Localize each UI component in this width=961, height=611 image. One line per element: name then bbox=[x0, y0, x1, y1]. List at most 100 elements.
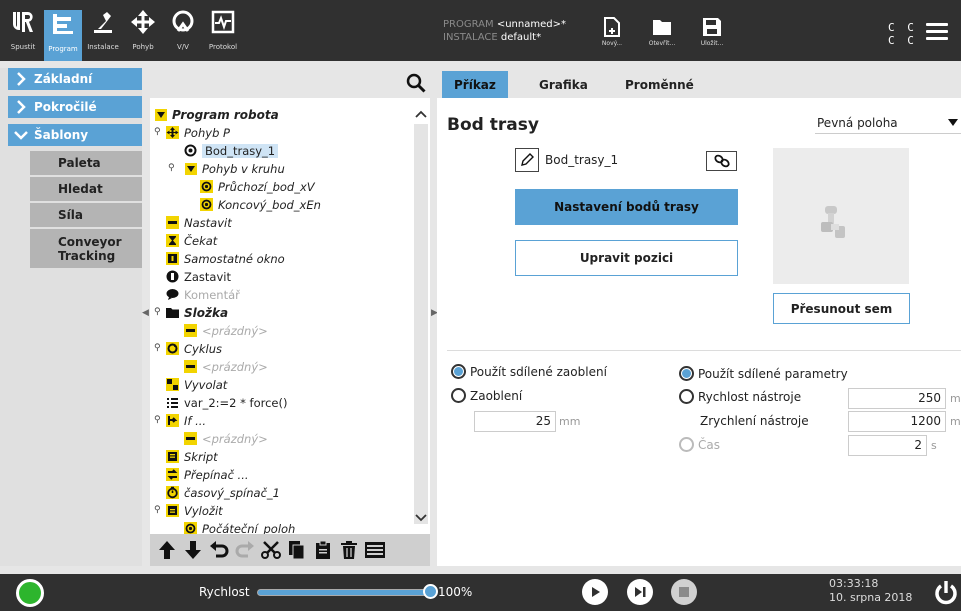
tree-expander-icon[interactable]: ⚲ bbox=[168, 163, 176, 175]
chevron-up-icon[interactable] bbox=[415, 110, 427, 118]
time-input[interactable]: 2 bbox=[848, 435, 927, 456]
radio-shared-blend[interactable]: Použít sdílené zaoblení bbox=[451, 364, 607, 379]
tree-node[interactable]: <prázdný> bbox=[184, 430, 268, 447]
comment-icon bbox=[166, 288, 179, 301]
move-down-button[interactable] bbox=[182, 539, 204, 561]
category-advanced[interactable]: Pokročilé bbox=[8, 96, 142, 118]
tree-expander-icon[interactable]: ⚲ bbox=[154, 415, 162, 427]
radio-time[interactable]: Čas bbox=[679, 437, 720, 452]
program-root-icon bbox=[154, 108, 167, 121]
play-button[interactable] bbox=[582, 579, 608, 605]
move-icon bbox=[129, 8, 157, 36]
category-templates[interactable]: Šablony bbox=[8, 124, 142, 146]
tree-node[interactable]: Cyklus bbox=[166, 340, 222, 357]
tree-node[interactable]: <prázdný> bbox=[184, 322, 268, 339]
undo-button[interactable] bbox=[208, 539, 230, 561]
tree-node[interactable]: Nastavit bbox=[166, 214, 232, 231]
paste-button[interactable] bbox=[312, 539, 334, 561]
tool-accel-input[interactable]: 1200 bbox=[848, 411, 946, 432]
waypoint-mode-select[interactable]: Pevná poloha bbox=[815, 112, 961, 134]
save-file-button[interactable]: Uložit... bbox=[695, 16, 729, 56]
open-file-button[interactable]: Otevřít... bbox=[645, 16, 679, 56]
tree-node[interactable]: If ... bbox=[166, 412, 206, 429]
delete-button[interactable] bbox=[338, 539, 360, 561]
pencil-icon[interactable] bbox=[515, 148, 539, 172]
page-title: Bod trasy bbox=[447, 115, 539, 135]
radio-shared-params[interactable]: Použít sdílené parametry bbox=[679, 366, 848, 381]
tree-node[interactable]: var_2:=2 * force() bbox=[166, 394, 287, 411]
template-seek[interactable]: Hledat bbox=[30, 177, 142, 202]
save-icon bbox=[703, 18, 721, 36]
tab-graphics[interactable]: Grafika bbox=[527, 71, 600, 98]
waypoint-name-field[interactable]: Bod_trasy_1 bbox=[515, 148, 683, 172]
radio-blend[interactable]: Zaoblení bbox=[451, 388, 522, 403]
cut-button[interactable] bbox=[260, 539, 282, 561]
tree-node[interactable]: Průchozí_bod_xV bbox=[200, 178, 315, 195]
step-button[interactable] bbox=[627, 579, 653, 605]
tree-node[interactable]: Počáteční_poloh bbox=[184, 520, 295, 534]
tree-node[interactable]: časový_spínač_1 bbox=[166, 484, 280, 501]
step-icon bbox=[635, 587, 646, 597]
program-tree[interactable]: Program robota ⚲ Pohyb P Bod_trasy_1 ⚲ P… bbox=[150, 102, 430, 534]
switch-icon bbox=[166, 468, 179, 481]
nav-program-button[interactable]: Program bbox=[44, 10, 82, 61]
chevron-down-icon[interactable] bbox=[415, 514, 427, 522]
tree-node[interactable]: Pohyb P bbox=[166, 124, 230, 141]
tree-node[interactable]: Program robota bbox=[154, 106, 279, 123]
nav-io-button[interactable]: V/V bbox=[164, 8, 202, 60]
tree-scrollbar[interactable] bbox=[412, 102, 430, 534]
nav-run-button[interactable]: Spustit bbox=[4, 8, 42, 60]
template-conveyor-tracking[interactable]: Conveyor Tracking bbox=[30, 229, 142, 269]
stop-button[interactable] bbox=[671, 579, 697, 605]
program-tree-panel: Program robota ⚲ Pohyb P Bod_trasy_1 ⚲ P… bbox=[150, 68, 430, 566]
tree-expander-icon[interactable]: ⚲ bbox=[154, 127, 162, 139]
tree-node[interactable]: Vyložit bbox=[166, 502, 223, 519]
tree-node[interactable]: <prázdný> bbox=[184, 358, 268, 375]
tree-expander-icon[interactable]: ⚲ bbox=[154, 343, 162, 355]
tree-expander-icon[interactable]: ⚲ bbox=[154, 307, 162, 319]
template-force[interactable]: Síla bbox=[30, 203, 142, 228]
power-icon[interactable] bbox=[933, 580, 959, 606]
new-file-button[interactable]: Nový... bbox=[595, 16, 629, 56]
blend-radius-input[interactable]: 25 bbox=[474, 411, 556, 432]
tool-accel-label: Zrychlení nástroje bbox=[700, 414, 809, 428]
tree-node[interactable]: Složka bbox=[166, 304, 228, 321]
tree-node[interactable]: Samostatné okno bbox=[166, 250, 285, 267]
tree-node-selected[interactable]: Bod_trasy_1 bbox=[184, 142, 279, 159]
waypoint-setup-button[interactable]: Nastavení bodů trasy bbox=[515, 189, 738, 225]
nav-installation-button[interactable]: Instalace bbox=[84, 8, 122, 60]
category-basic[interactable]: Základní bbox=[8, 68, 142, 90]
waypoint-icon bbox=[184, 522, 197, 534]
tab-variables[interactable]: Proměnné bbox=[613, 71, 706, 98]
tree-node[interactable]: Čekat bbox=[166, 232, 217, 249]
scrollbar-thumb[interactable] bbox=[414, 124, 428, 524]
tool-speed-input[interactable]: 250 bbox=[848, 388, 946, 409]
speed-slider[interactable] bbox=[257, 589, 429, 596]
tree-node[interactable]: Přepínač ... bbox=[166, 466, 249, 483]
tree-search-bar[interactable] bbox=[150, 68, 430, 98]
tree-node[interactable]: Vyvolat bbox=[166, 376, 227, 393]
redo-button[interactable] bbox=[234, 539, 256, 561]
template-palletizing[interactable]: Paleta bbox=[30, 151, 142, 176]
tree-node[interactable]: Komentář bbox=[166, 286, 240, 303]
tree-node[interactable]: Koncový_bod_xEn bbox=[200, 196, 321, 213]
search-icon[interactable] bbox=[406, 73, 426, 93]
nav-log-button[interactable]: Protokol bbox=[204, 8, 242, 60]
tree-node[interactable]: Skript bbox=[166, 448, 218, 465]
hamburger-menu-icon[interactable] bbox=[926, 23, 948, 41]
nav-move-button[interactable]: Pohyb bbox=[124, 8, 162, 60]
radio-tool-speed[interactable]: Rychlost nástroje bbox=[679, 389, 801, 404]
move-up-button[interactable] bbox=[156, 539, 178, 561]
robot-status-indicator[interactable] bbox=[16, 579, 44, 607]
link-button[interactable] bbox=[706, 151, 737, 171]
speed-slider-handle[interactable] bbox=[423, 584, 438, 599]
edit-pose-button[interactable]: Upravit pozici bbox=[515, 240, 738, 276]
move-here-button[interactable]: Přesunout sem bbox=[773, 293, 910, 324]
copy-button[interactable] bbox=[286, 539, 308, 561]
tree-node[interactable]: Zastavit bbox=[166, 268, 231, 285]
chevron-right-icon bbox=[17, 100, 26, 114]
tab-command[interactable]: Příkaz bbox=[442, 71, 508, 98]
suppress-button[interactable] bbox=[364, 539, 386, 561]
tree-node[interactable]: Pohyb v kruhu bbox=[184, 160, 285, 177]
tree-expander-icon[interactable]: ⚲ bbox=[154, 505, 162, 517]
